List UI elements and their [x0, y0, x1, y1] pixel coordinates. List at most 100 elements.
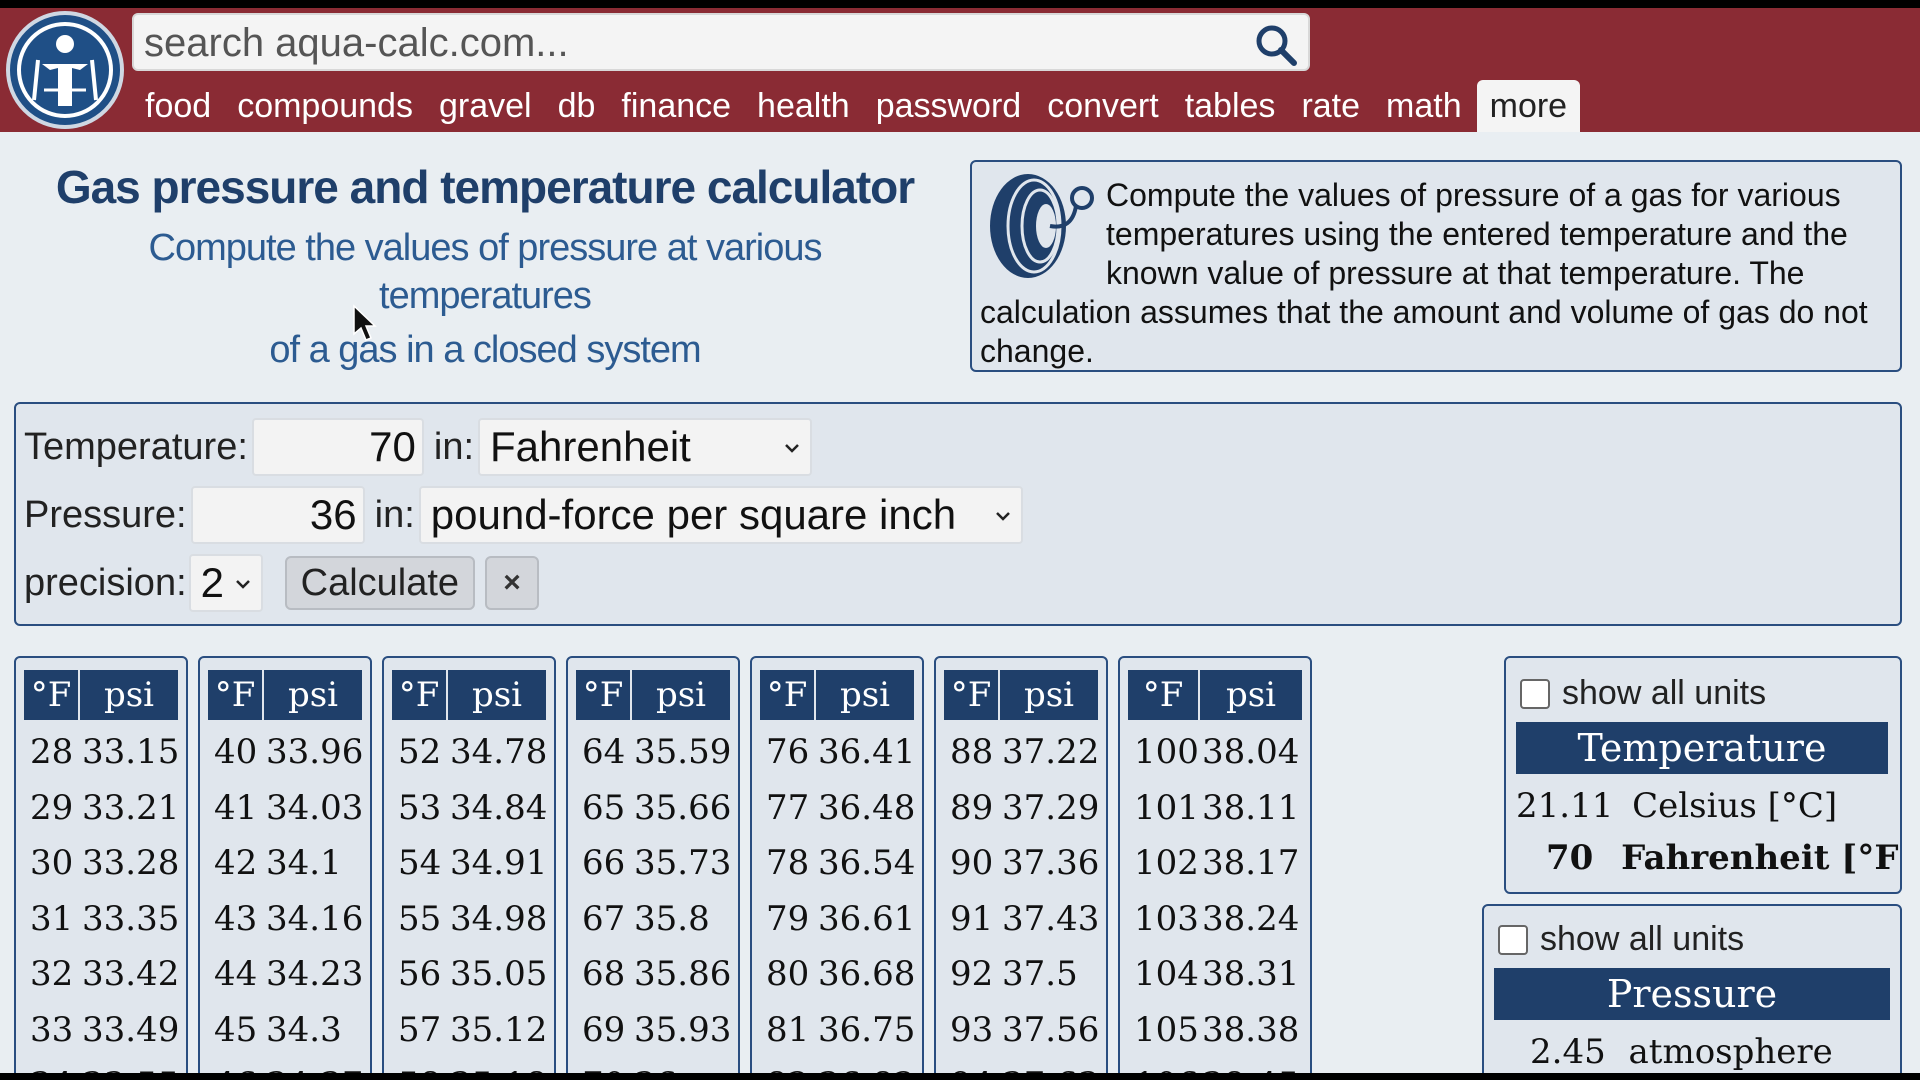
- temperature-cell: 40: [214, 732, 258, 772]
- site-logo-icon[interactable]: [4, 10, 126, 130]
- pressure-input[interactable]: [190, 486, 365, 544]
- temperature-cell: 58: [392, 1065, 446, 1073]
- nav-item-math[interactable]: math: [1373, 80, 1475, 132]
- temperature-show-all-checkbox[interactable]: [1520, 678, 1550, 709]
- temperature-input[interactable]: [251, 418, 424, 476]
- nav-item-health[interactable]: health: [744, 80, 863, 132]
- pressure-unit-select[interactable]: pound-force per square inch: [418, 486, 1023, 544]
- description-text: Compute the values of pressure of a gas …: [980, 177, 1868, 369]
- nav-item-convert[interactable]: convert: [1034, 80, 1172, 132]
- temperature-cell: 69: [582, 1009, 626, 1050]
- table-row: 44 34.23: [208, 954, 363, 994]
- temperature-cell: 42: [214, 843, 258, 883]
- nav-item-password[interactable]: password: [863, 80, 1035, 132]
- clear-button[interactable]: ×: [485, 556, 540, 610]
- table-row: 89 37.29: [944, 788, 1099, 828]
- search-icon[interactable]: [1254, 23, 1298, 67]
- table-row: 91 37.43: [944, 898, 1099, 939]
- temperature-cell: 54: [398, 843, 442, 883]
- table-row: 56 35.05: [392, 954, 548, 994]
- temperature-row: Temperature: in: Fahrenheit: [24, 418, 813, 476]
- pressure-units-panel: show all units Pressure 2.45 atmosphere: [1482, 904, 1902, 1073]
- column-header-temperature: °F: [576, 670, 630, 720]
- pressure-cell: 33.55: [78, 1065, 179, 1073]
- column-header-temperature: °F: [24, 670, 78, 720]
- temperature-cell: 82: [760, 1065, 814, 1073]
- table-row: 30 33.28: [24, 843, 179, 883]
- result-table: °F psi 28 33.15 29 33.21 30 33.28 31 33.35 32 33.42…: [14, 656, 188, 1073]
- nav-item-compounds[interactable]: compounds: [224, 80, 426, 132]
- table-header: °F psi: [392, 670, 546, 720]
- table-row: 54 34.91: [392, 843, 548, 883]
- column-header-pressure: psi: [630, 670, 730, 720]
- temperature-cell: 31: [30, 898, 74, 939]
- temperature-cell: 56: [398, 954, 442, 994]
- search-input[interactable]: [144, 21, 1244, 65]
- column-header-pressure: psi: [78, 670, 178, 720]
- pressure-unit-value: pound-force per square inch: [430, 491, 957, 538]
- nav-item-gravel[interactable]: gravel: [426, 80, 545, 132]
- search-box: [132, 13, 1310, 71]
- celsius-value: 21.11: [1516, 786, 1614, 826]
- pressure-cell: 33.42: [82, 954, 180, 994]
- atmosphere-value: 2.45: [1530, 1032, 1606, 1072]
- table-row: 102 38.17: [1128, 843, 1302, 883]
- table-row: 93 37.56: [944, 1009, 1099, 1050]
- nav-item-db[interactable]: db: [545, 80, 609, 132]
- temperature-cell: 102: [1134, 843, 1199, 883]
- precision-select[interactable]: 2: [188, 554, 263, 612]
- pressure-cell: 33.96: [266, 732, 364, 772]
- nav-item-more[interactable]: more: [1476, 80, 1581, 132]
- temperature-unit-select[interactable]: Fahrenheit: [478, 418, 813, 476]
- column-header-pressure: psi: [998, 670, 1098, 720]
- pressure-cell: 36.54: [818, 843, 916, 883]
- nav-item-food[interactable]: food: [132, 80, 224, 132]
- table-row: 68 35.86: [576, 954, 732, 994]
- pressure-cell: 33.35: [82, 898, 180, 939]
- nav-item-tables[interactable]: tables: [1172, 80, 1289, 132]
- temperature-cell: 33: [30, 1009, 74, 1050]
- pressure-cell: 34.84: [450, 787, 548, 828]
- pressure-cell: 35.86: [634, 954, 732, 994]
- pressure-cell: 38.17: [1202, 843, 1300, 883]
- table-row: 32 33.42: [24, 954, 180, 994]
- result-table: °F psi 40 33.96 41 34.03 42 34.1 43 34.16 44 34.23 4…: [198, 656, 372, 1073]
- temperature-cell: 65: [582, 787, 626, 828]
- table-row: 69 35.93: [576, 1009, 732, 1050]
- pressure-cell: 35.05: [450, 954, 548, 994]
- description-box: Compute the values of pressure of a gas …: [970, 160, 1902, 372]
- pressure-cell: 34.91: [450, 843, 548, 883]
- table-header: °F psi: [944, 670, 1098, 720]
- pressure-show-all-checkbox[interactable]: [1498, 924, 1528, 955]
- temperature-in-label: in:: [433, 425, 475, 468]
- subtitle-line-1: Compute the values of pressure at variou…: [148, 227, 823, 269]
- table-header: °F psi: [760, 670, 914, 720]
- temperature-cell: 46: [208, 1065, 262, 1073]
- table-row: 57 35.12: [392, 1010, 547, 1050]
- nav-item-finance[interactable]: finance: [608, 80, 744, 132]
- pressure-cell: 36: [630, 1065, 730, 1073]
- temperature-cell: 93: [950, 1009, 994, 1050]
- calculate-button[interactable]: Calculate: [284, 556, 476, 610]
- pressure-cell: 38.24: [1202, 898, 1300, 939]
- pressure-cell: 33.15: [82, 732, 180, 772]
- pressure-cell: 35.73: [634, 843, 732, 883]
- pressure-cell: 35.93: [634, 1009, 732, 1050]
- table-row: 31 33.35: [24, 898, 180, 939]
- temperature-cell: 55: [398, 898, 442, 939]
- table-row: 64 35.59: [576, 732, 731, 772]
- temperature-cell: 45: [214, 1009, 258, 1050]
- fahrenheit-row: 70 Fahrenheit [°F]: [1546, 838, 1900, 878]
- temperature-panel-heading: Temperature: [1516, 722, 1888, 774]
- temperature-cell: 91: [950, 898, 994, 939]
- table-row: 29 33.21: [24, 788, 179, 828]
- temperature-cell: 52: [398, 732, 442, 772]
- pressure-cell: 38.45: [1198, 1065, 1302, 1073]
- nav-item-rate[interactable]: rate: [1288, 80, 1373, 132]
- pressure-cell: 38.31: [1202, 954, 1300, 994]
- temperature-cell: 44: [214, 954, 258, 994]
- temperature-cell: 79: [766, 898, 810, 939]
- temperature-cell: 100: [1134, 732, 1199, 772]
- table-row: 67 35.8: [576, 899, 730, 939]
- table-row: 65 35.66: [576, 787, 731, 828]
